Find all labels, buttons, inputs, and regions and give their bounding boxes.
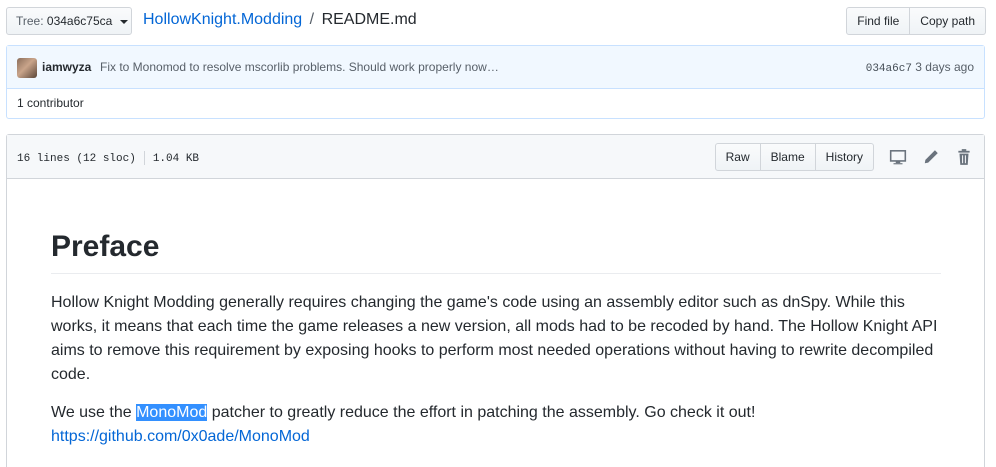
copy-path-button[interactable]: Copy path	[910, 7, 986, 35]
pencil-icon[interactable]	[922, 148, 940, 166]
tree-label: Tree:	[16, 14, 44, 28]
file-viewer: 16 lines (12 sloc) 1.04 KB Raw Blame Hist…	[6, 134, 985, 467]
tree-value: 034a6c75ca	[46, 14, 113, 28]
commit-message[interactable]: Fix to Monomod to resolve mscorlib probl…	[100, 60, 499, 74]
contributors-count[interactable]: 1 contributor	[7, 89, 984, 119]
file-size: 1.04 KB	[152, 152, 200, 165]
commit-sha[interactable]: 034a6c7	[866, 63, 912, 75]
file-header: 16 lines (12 sloc) 1.04 KB Raw Blame Hist…	[7, 135, 984, 179]
commit-tease-box: iamwyza Fix to Monomod to resolve mscorl…	[6, 45, 985, 119]
commit-author[interactable]: iamwyza	[42, 60, 91, 74]
readme-body: Preface Hollow Knight Modding generally …	[51, 179, 941, 449]
readme-heading: Preface	[51, 229, 941, 274]
repo-link[interactable]: HollowKnight.Modding	[143, 11, 302, 28]
selected-text: MonoMod	[136, 404, 208, 421]
breadcrumb-separator: /	[309, 11, 315, 28]
readme-paragraph: Hollow Knight Modding generally requires…	[51, 294, 938, 383]
file-name: README.md	[321, 11, 417, 28]
readme-paragraph: We use the MonoMod patcher to greatly re…	[51, 401, 941, 449]
file-actions: Raw Blame History	[714, 143, 874, 171]
commit-time: 3 days ago	[915, 60, 974, 74]
commit-meta: 034a6c7 3 days ago	[866, 60, 974, 75]
file-info-divider	[143, 151, 145, 165]
blame-button[interactable]: Blame	[760, 143, 816, 171]
caret-down-icon	[119, 19, 128, 24]
breadcrumb-bar: Tree: 034a6c75ca HollowKnight.Modding / …	[6, 7, 986, 35]
breadcrumb: HollowKnight.Modding / README.md	[143, 10, 417, 30]
monomod-link[interactable]: https://github.com/0x0ade/MonoMod	[51, 428, 310, 445]
find-file-button[interactable]: Find file	[846, 7, 911, 35]
file-nav-buttons: Find file Copy path	[846, 7, 986, 35]
readme-text: We use the	[51, 404, 137, 421]
file-lines: 16 lines (12 sloc)	[17, 152, 136, 165]
raw-button[interactable]: Raw	[714, 143, 761, 171]
history-button[interactable]: History	[815, 143, 874, 171]
avatar[interactable]	[17, 58, 37, 78]
desktop-icon[interactable]	[889, 148, 907, 166]
file-info: 16 lines (12 sloc) 1.04 KB	[17, 151, 199, 165]
commit-tease: iamwyza Fix to Monomod to resolve mscorl…	[7, 46, 984, 89]
readme-text: patcher to greatly reduce the effort in …	[207, 404, 756, 421]
branch-select-button[interactable]: Tree: 034a6c75ca	[6, 7, 132, 35]
trash-icon[interactable]	[955, 148, 973, 166]
